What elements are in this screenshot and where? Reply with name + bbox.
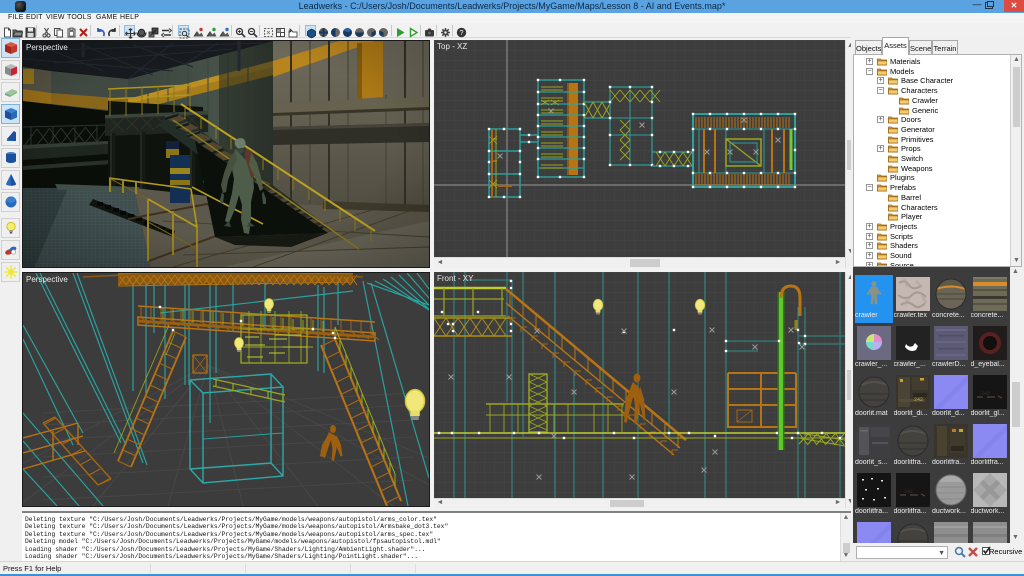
- svg-text:?: ?: [459, 28, 463, 37]
- svg-text:242: 242: [904, 489, 913, 495]
- svg-text:242: 242: [914, 397, 923, 403]
- svg-text:242: 242: [981, 391, 990, 397]
